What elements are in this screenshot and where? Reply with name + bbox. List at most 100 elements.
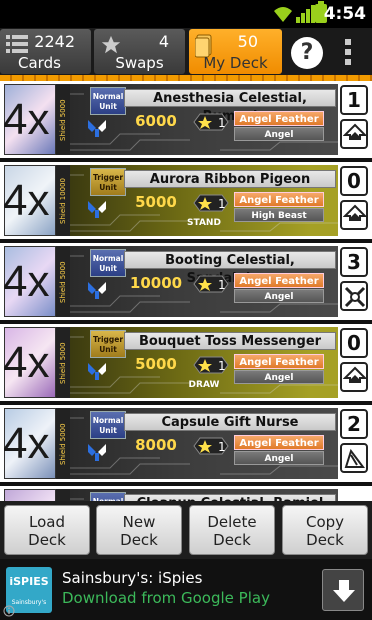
clan-label: Angel Feather — [234, 192, 324, 207]
svg-text:1: 1 — [218, 278, 226, 292]
sword-shield-icon — [88, 282, 106, 299]
critical-icon: 1 — [193, 275, 229, 293]
ad-logo-text: iSPIES — [9, 575, 49, 588]
copy-deck-label-1: Copy — [305, 513, 345, 531]
tab-swaps-label: Swaps — [115, 54, 164, 72]
copy-deck-button[interactable]: Copy Deck — [282, 505, 368, 555]
card-info-panel: Trigger Unit Bouquet Toss Messenger 5000… — [70, 327, 338, 398]
mydeck-count: 50 — [237, 32, 258, 51]
card-name: Anesthesia Celestial, Rumael — [124, 89, 336, 124]
skill-badge — [340, 281, 368, 311]
card-name: Capsule Gift Nurse — [124, 413, 336, 431]
deck-row[interactable]: 4x Shield 5000 Normal Unit Anesthesia Ce… — [0, 81, 372, 158]
race-label: Angel — [234, 289, 324, 303]
grade-badge: 1 — [340, 85, 368, 115]
trigger-label: DRAW — [188, 380, 220, 390]
card-thumbnail[interactable] — [4, 489, 56, 501]
star-icon — [101, 35, 121, 54]
clan-label: Angel Feather — [234, 111, 324, 126]
deck-row[interactable]: Normal Unit Cleanup Celestial, Ramiel "R… — [0, 486, 372, 501]
delete-deck-label-2: Deck — [213, 531, 251, 549]
shield-value: Shield 5000 — [59, 261, 67, 303]
deck-list[interactable]: 4x Shield 5000 Normal Unit Anesthesia Ce… — [0, 81, 372, 501]
card-quantity: 4x — [3, 257, 50, 306]
help-button[interactable]: ? — [291, 37, 323, 69]
shield-column: Shield 5000 — [56, 84, 70, 155]
critical-icon: 1 — [193, 437, 229, 455]
card-info-panel: Normal Unit Anesthesia Celestial, Rumael… — [70, 84, 338, 155]
shield-value: Shield 5000 — [59, 99, 67, 141]
shield-column — [56, 489, 70, 501]
shield-column: Shield 5000 — [56, 327, 70, 398]
wifi-icon — [274, 7, 292, 22]
signal-icon — [296, 5, 315, 23]
svg-text:1: 1 — [218, 116, 226, 130]
deck-row[interactable]: 4x Shield 5000 Normal Unit Capsule Gift … — [0, 405, 372, 482]
sword-shield-icon — [88, 120, 106, 137]
grade-badge: 2 — [340, 409, 368, 439]
clan-label: Angel Feather — [234, 273, 324, 288]
skill-badge — [340, 119, 368, 149]
deck-row[interactable]: 4x Shield 5000 Trigger Unit Bouquet Toss… — [0, 324, 372, 401]
list-icon — [6, 35, 28, 53]
card-power: 8000 — [135, 436, 177, 454]
critical-icon: 1 — [193, 194, 229, 212]
boost-icon — [343, 123, 367, 140]
deck-row[interactable]: 4x Shield 5000 Normal Unit Booting Celes… — [0, 243, 372, 320]
delete-deck-button[interactable]: Delete Deck — [189, 505, 275, 555]
svg-text:1: 1 — [218, 359, 226, 373]
tab-swaps[interactable]: 4 Swaps — [94, 29, 185, 74]
card-name: Aurora Ribbon Pigeon — [124, 170, 336, 188]
copy-deck-label-2: Deck — [306, 531, 344, 549]
download-button[interactable] — [322, 569, 364, 611]
unit-type-badge: Normal Unit — [90, 249, 126, 277]
tab-mydeck[interactable]: 50 My Deck — [189, 29, 282, 74]
shield-value: Shield 5000 — [59, 423, 67, 465]
tab-cards[interactable]: 2242 Cards — [0, 29, 91, 74]
status-bar: 4:54 — [0, 0, 372, 28]
sword-shield-icon — [88, 444, 106, 461]
ad-banner[interactable]: iSPIES Sainsbury's Sainsbury's: iSpies D… — [0, 559, 372, 620]
status-time: 4:54 — [323, 4, 366, 24]
svg-text:1: 1 — [218, 197, 226, 211]
deck-row[interactable]: 4x Shield 10000 Trigger Unit Aurora Ribb… — [0, 162, 372, 239]
download-arrow-icon — [333, 580, 355, 602]
ad-subtitle[interactable]: Download from Google Play — [62, 589, 270, 607]
card-info-panel: Normal Unit Cleanup Celestial, Ramiel "R… — [70, 489, 338, 501]
load-deck-button[interactable]: Load Deck — [4, 505, 90, 555]
card-name: Bouquet Toss Messenger — [124, 332, 336, 350]
card-name: Cleanup Celestial, Ramiel "Reverse" — [124, 494, 336, 501]
new-deck-button[interactable]: New Deck — [96, 505, 182, 555]
card-power: 10000 — [129, 274, 183, 292]
skill-badge — [340, 200, 368, 230]
trigger-label: STAND — [187, 218, 221, 228]
race-label: Angel — [234, 127, 324, 141]
skill-badge — [340, 443, 368, 473]
card-info-panel: Trigger Unit Aurora Ribbon Pigeon 5000 1… — [70, 165, 338, 236]
overflow-menu-icon[interactable] — [343, 39, 353, 69]
shield-value: Shield 10000 — [59, 178, 67, 225]
shield-column: Shield 5000 — [56, 408, 70, 479]
card-info-panel: Normal Unit Capsule Gift Nurse 8000 1 An… — [70, 408, 338, 479]
unit-type-badge: Trigger Unit — [90, 168, 126, 196]
sword-shield-icon — [88, 201, 106, 218]
grade-badge: 0 — [340, 166, 368, 196]
unit-type-badge: Normal Unit — [90, 492, 126, 501]
card-quantity: 4x — [3, 338, 50, 387]
card-power: 5000 — [135, 193, 177, 211]
card-name: Booting Celestial, Sandalphon — [124, 251, 336, 286]
new-deck-label-1: New — [122, 513, 156, 531]
svg-text:1: 1 — [218, 440, 226, 454]
boost-icon — [343, 366, 367, 383]
unit-type-badge: Trigger Unit — [90, 330, 126, 358]
intercept-icon — [344, 448, 365, 468]
card-quantity: 4x — [3, 176, 50, 225]
clan-label: Angel Feather — [234, 354, 324, 369]
critical-icon: 1 — [193, 113, 229, 131]
swaps-count: 4 — [158, 32, 169, 51]
clan-label: Angel Feather — [234, 435, 324, 450]
load-deck-label-1: Load — [29, 513, 65, 531]
skill-badge — [340, 362, 368, 392]
ad-title[interactable]: Sainsbury's: iSpies — [62, 569, 202, 587]
ad-info-icon[interactable] — [3, 605, 15, 617]
